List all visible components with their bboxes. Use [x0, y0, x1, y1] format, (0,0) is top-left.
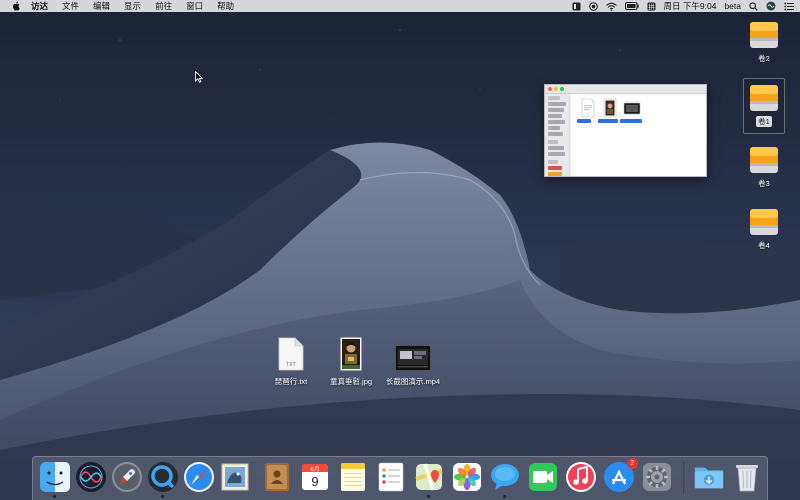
- dock-safari[interactable]: [183, 461, 215, 493]
- dock-trash[interactable]: [731, 461, 763, 493]
- svg-text:9: 9: [311, 474, 318, 489]
- facetime-camera-icon: [529, 463, 557, 491]
- dock-launchpad[interactable]: [111, 461, 143, 493]
- quicktime-icon: [148, 462, 178, 492]
- file-label-highlight: [598, 119, 618, 123]
- drive-label: 卷2: [758, 54, 770, 63]
- photo-thumbnail-icon: [340, 337, 362, 371]
- svg-text:6月: 6月: [311, 466, 320, 473]
- menu-view[interactable]: 显示: [117, 0, 148, 12]
- finder-icon: [40, 462, 70, 492]
- image-file-thumbnail[interactable]: [601, 98, 619, 118]
- spotlight-search-icon[interactable]: [749, 1, 758, 11]
- rocket-icon: [112, 462, 142, 492]
- menu-app-name[interactable]: 访达: [24, 0, 55, 12]
- hard-drive-icon: [750, 22, 778, 48]
- finder-content: [571, 94, 706, 176]
- dock-siri[interactable]: [75, 461, 107, 493]
- hard-drive-icon: [750, 209, 778, 235]
- svg-text:拼: 拼: [648, 2, 655, 11]
- music-note-icon: [566, 462, 596, 492]
- apple-menu-icon[interactable]: [8, 1, 24, 11]
- file-label-highlight: [577, 119, 591, 123]
- dock-downloads-folder[interactable]: [693, 461, 725, 493]
- close-button[interactable]: [548, 87, 552, 91]
- video-thumbnail-icon: [395, 345, 431, 371]
- desktop-file-mp4[interactable]: 长截图演示.mp4: [378, 337, 448, 387]
- wifi-icon[interactable]: [605, 2, 617, 11]
- dock-music[interactable]: [565, 461, 597, 493]
- file-label-highlight: [620, 119, 642, 123]
- mail-stamp-icon: [221, 463, 249, 491]
- notes-icon: [341, 463, 365, 491]
- battery-icon[interactable]: [624, 2, 639, 10]
- gear-icon: [643, 463, 671, 491]
- hard-drive-icon: [750, 85, 778, 111]
- file-name: 长截图演示.mp4: [385, 377, 441, 386]
- record-icon[interactable]: [588, 1, 598, 11]
- reminders-list-icon: [378, 462, 404, 492]
- drive-label: 卷3: [758, 179, 770, 188]
- menu-file[interactable]: 文件: [55, 0, 86, 12]
- siri-icon[interactable]: [766, 1, 776, 11]
- dock-notes[interactable]: [337, 461, 369, 493]
- dock-messages[interactable]: [489, 461, 521, 498]
- siri-icon: [76, 462, 106, 492]
- drive-vol-4[interactable]: 卷4: [743, 203, 785, 259]
- photos-flower-icon: [453, 463, 481, 491]
- text-document-icon: TXT: [278, 337, 304, 371]
- finder-window[interactable]: [544, 84, 707, 177]
- safari-compass-icon: [184, 462, 214, 492]
- calendar-icon: 6月 9: [302, 464, 328, 490]
- messages-bubble-icon: [491, 464, 519, 490]
- input-method-icon[interactable]: 拼: [647, 2, 656, 11]
- dock-photos[interactable]: [451, 461, 483, 493]
- trash-icon: [736, 465, 758, 492]
- finder-titlebar[interactable]: [545, 85, 706, 94]
- drive-label: 卷4: [758, 241, 770, 250]
- menu-window[interactable]: 窗口: [179, 0, 210, 12]
- hard-drive-icon: [750, 147, 778, 173]
- user-name[interactable]: beta: [724, 1, 741, 11]
- dock-app-store[interactable]: 2: [603, 458, 638, 493]
- maps-icon: [415, 463, 443, 491]
- drive-label: 卷1: [756, 116, 772, 127]
- dock-finder[interactable]: [39, 461, 71, 498]
- file-name: 童真垂髫.jpg: [329, 377, 373, 386]
- drive-vol-2[interactable]: 卷2: [743, 16, 785, 72]
- dock-system-preferences[interactable]: [641, 461, 673, 493]
- dock-contacts[interactable]: [261, 461, 293, 493]
- desktop-wallpaper: [0, 0, 800, 500]
- dock-facetime[interactable]: [527, 461, 559, 493]
- text-file-thumbnail[interactable]: [579, 98, 597, 118]
- menu-bar: 访达 文件 编辑 显示 前往 窗口 帮助 拼 周日 下午9:04 beta: [0, 0, 800, 12]
- notification-center-icon[interactable]: [784, 2, 794, 11]
- contacts-book-icon: [265, 463, 289, 491]
- video-file-thumbnail[interactable]: [623, 98, 641, 118]
- clock[interactable]: 周日 下午9:04: [664, 0, 717, 12]
- downloads-folder-icon: [694, 467, 724, 489]
- menu-edit[interactable]: 编辑: [86, 0, 117, 12]
- dock-calendar[interactable]: 6月 9: [299, 461, 331, 493]
- dock-quicktime[interactable]: [147, 461, 179, 498]
- desktop-file-jpg[interactable]: 童真垂髫.jpg: [316, 337, 386, 387]
- status-area: 拼 周日 下午9:04 beta: [564, 0, 800, 12]
- drive-vol-1[interactable]: 卷1: [743, 78, 785, 134]
- mouse-cursor-icon: [195, 71, 203, 83]
- finder-sidebar: [545, 94, 570, 176]
- screen-mirror-icon[interactable]: [572, 2, 581, 11]
- dock-maps[interactable]: [413, 461, 445, 498]
- zoom-button[interactable]: [560, 87, 564, 91]
- dock: 6月 9 2: [32, 456, 768, 500]
- menu-help[interactable]: 帮助: [210, 0, 241, 12]
- minimize-button[interactable]: [554, 87, 558, 91]
- dock-separator: [683, 462, 684, 494]
- file-name: 琵琶行.txt: [274, 377, 308, 386]
- notification-badge: 2: [627, 458, 638, 469]
- drive-vol-3[interactable]: 卷3: [743, 141, 785, 197]
- svg-text:TXT: TXT: [286, 362, 295, 368]
- menu-go[interactable]: 前往: [148, 0, 179, 12]
- dock-mail[interactable]: [219, 461, 251, 493]
- dock-reminders[interactable]: [375, 461, 407, 493]
